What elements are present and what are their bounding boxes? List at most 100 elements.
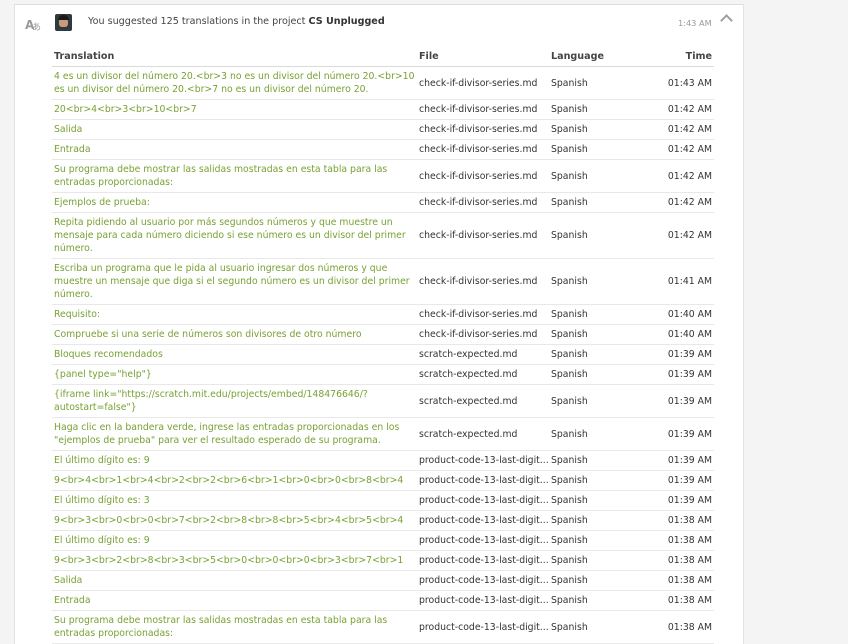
- column-header-translation: Translation: [52, 46, 417, 67]
- translation-link[interactable]: 9<br>4<br>1<br>4<br>2<br>2<br>6<br>1<br>…: [52, 470, 417, 491]
- time-cell: 01:43 AM: [621, 66, 714, 100]
- time-cell: 01:41 AM: [621, 258, 714, 305]
- language-cell: Spanish: [549, 470, 621, 491]
- translation-link[interactable]: {iframe link="https://scratch.mit.edu/pr…: [52, 384, 417, 418]
- translation-link[interactable]: Bloques recomendados: [52, 344, 417, 365]
- activity-card: Aあ You suggested 125 translations in the…: [14, 4, 744, 644]
- language-cell: Spanish: [549, 212, 621, 259]
- column-header-time: Time: [621, 46, 714, 67]
- file-cell: scratch-expected.md: [417, 417, 549, 451]
- time-cell: 01:38 AM: [621, 550, 714, 571]
- translation-link[interactable]: El último dígito es: 3: [52, 490, 417, 511]
- activity-time: 1:43 AM: [678, 18, 712, 28]
- file-cell: check-if-divisor-series.md: [417, 66, 549, 100]
- translation-link[interactable]: Ejemplos de prueba:: [52, 192, 417, 213]
- time-cell: 01:39 AM: [621, 344, 714, 365]
- translation-link[interactable]: Su programa debe mostrar las salidas mos…: [52, 610, 417, 644]
- translation-link[interactable]: 9<br>3<br>2<br>8<br>3<br>5<br>0<br>0<br>…: [52, 550, 417, 571]
- file-cell: product-code-13-last-digit...: [417, 450, 549, 471]
- file-cell: product-code-13-last-digit...: [417, 510, 549, 531]
- file-cell: product-code-13-last-digit...: [417, 490, 549, 511]
- time-cell: 01:38 AM: [621, 530, 714, 551]
- table-row: Escriba un programa que le pida al usuar…: [52, 258, 714, 305]
- time-cell: 01:38 AM: [621, 590, 714, 611]
- translation-link[interactable]: El último dígito es: 9: [52, 530, 417, 551]
- language-cell: Spanish: [549, 610, 621, 644]
- translation-link[interactable]: El último dígito es: 9: [52, 450, 417, 471]
- file-cell: product-code-13-last-digit...: [417, 530, 549, 551]
- language-cell: Spanish: [549, 550, 621, 571]
- summary-text: You suggested 125 translations in the pr…: [88, 16, 306, 27]
- table-row: Requisito: check-if-divisor-series.md Span…: [52, 304, 714, 325]
- table-row: Salida check-if-divisor-series.md Spanish 0…: [52, 119, 714, 140]
- translation-link[interactable]: 4 es un divisor del número 20.<br>3 no e…: [52, 66, 417, 100]
- language-cell: Spanish: [549, 530, 621, 551]
- table-row: Salida product-code-13-last-digit... Spani…: [52, 570, 714, 591]
- language-cell: Spanish: [549, 66, 621, 100]
- translation-link[interactable]: Salida: [52, 570, 417, 591]
- time-cell: 01:39 AM: [621, 417, 714, 451]
- language-cell: Spanish: [549, 258, 621, 305]
- activity-summary: You suggested 125 translations in the pr…: [88, 16, 385, 27]
- file-cell: check-if-divisor-series.md: [417, 324, 549, 345]
- file-cell: product-code-13-last-digit...: [417, 610, 549, 644]
- language-cell: Spanish: [549, 364, 621, 385]
- time-cell: 01:39 AM: [621, 450, 714, 471]
- project-link[interactable]: CS Unplugged: [309, 16, 385, 27]
- file-cell: scratch-expected.md: [417, 364, 549, 385]
- time-cell: 01:39 AM: [621, 470, 714, 491]
- translation-link[interactable]: Su programa debe mostrar las salidas mos…: [52, 159, 417, 193]
- time-cell: 01:38 AM: [621, 610, 714, 644]
- avatar[interactable]: [55, 14, 72, 31]
- table-row: Entrada product-code-13-last-digit... Span…: [52, 590, 714, 611]
- table-header-row: Translation File Language Time: [52, 46, 714, 67]
- table-row: 9<br>3<br>0<br>0<br>7<br>2<br>8<br>8<br>…: [52, 510, 714, 531]
- language-cell: Spanish: [549, 159, 621, 193]
- translation-link[interactable]: {panel type="help"}: [52, 364, 417, 385]
- language-cell: Spanish: [549, 324, 621, 345]
- translation-link[interactable]: Requisito:: [52, 304, 417, 325]
- table-row: Su programa debe mostrar las salidas mos…: [52, 159, 714, 193]
- time-cell: 01:42 AM: [621, 119, 714, 140]
- language-cell: Spanish: [549, 590, 621, 611]
- language-cell: Spanish: [549, 510, 621, 531]
- table-row: Compruebe si una serie de números son di…: [52, 324, 714, 345]
- translation-link[interactable]: Entrada: [52, 590, 417, 611]
- language-cell: Spanish: [549, 384, 621, 418]
- language-cell: Spanish: [549, 344, 621, 365]
- file-cell: scratch-expected.md: [417, 344, 549, 365]
- translation-link[interactable]: Salida: [52, 119, 417, 140]
- file-cell: product-code-13-last-digit...: [417, 470, 549, 491]
- time-cell: 01:42 AM: [621, 139, 714, 160]
- column-header-file: File: [417, 46, 549, 67]
- table-row: El último dígito es: 9 product-code-13-la…: [52, 530, 714, 551]
- time-cell: 01:40 AM: [621, 304, 714, 325]
- column-header-language: Language: [549, 46, 621, 67]
- time-cell: 01:42 AM: [621, 99, 714, 120]
- translations-table: Translation File Language Time 4 es un d…: [52, 46, 714, 644]
- translation-link[interactable]: Entrada: [52, 139, 417, 160]
- table-row: {panel type="help"} scratch-expected.md Sp…: [52, 364, 714, 385]
- chevron-up-icon[interactable]: [720, 14, 733, 27]
- language-cell: Spanish: [549, 450, 621, 471]
- table-row: Entrada check-if-divisor-series.md Spanish…: [52, 139, 714, 160]
- translation-link[interactable]: Haga clic en la bandera verde, ingrese l…: [52, 417, 417, 451]
- translation-link[interactable]: 20<br>4<br>3<br>10<br>7: [52, 99, 417, 120]
- language-cell: Spanish: [549, 304, 621, 325]
- table-row: 9<br>3<br>2<br>8<br>3<br>5<br>0<br>0<br>…: [52, 550, 714, 571]
- file-cell: check-if-divisor-series.md: [417, 159, 549, 193]
- translation-link[interactable]: 9<br>3<br>0<br>0<br>7<br>2<br>8<br>8<br>…: [52, 510, 417, 531]
- time-cell: 01:40 AM: [621, 324, 714, 345]
- file-cell: check-if-divisor-series.md: [417, 192, 549, 213]
- table-row: Repita pidiendo al usuario por más segun…: [52, 212, 714, 259]
- file-cell: product-code-13-last-digit...: [417, 570, 549, 591]
- language-cell: Spanish: [549, 139, 621, 160]
- translation-link[interactable]: Compruebe si una serie de números son di…: [52, 324, 417, 345]
- table-row: 9<br>4<br>1<br>4<br>2<br>2<br>6<br>1<br>…: [52, 470, 714, 491]
- translation-link[interactable]: Repita pidiendo al usuario por más segun…: [52, 212, 417, 259]
- table-row: {iframe link="https://scratch.mit.edu/pr…: [52, 384, 714, 418]
- table-row: Bloques recomendados scratch-expected.md S…: [52, 344, 714, 365]
- time-cell: 01:42 AM: [621, 192, 714, 213]
- table-row: Su programa debe mostrar las salidas mos…: [52, 610, 714, 644]
- translation-link[interactable]: Escriba un programa que le pida al usuar…: [52, 258, 417, 305]
